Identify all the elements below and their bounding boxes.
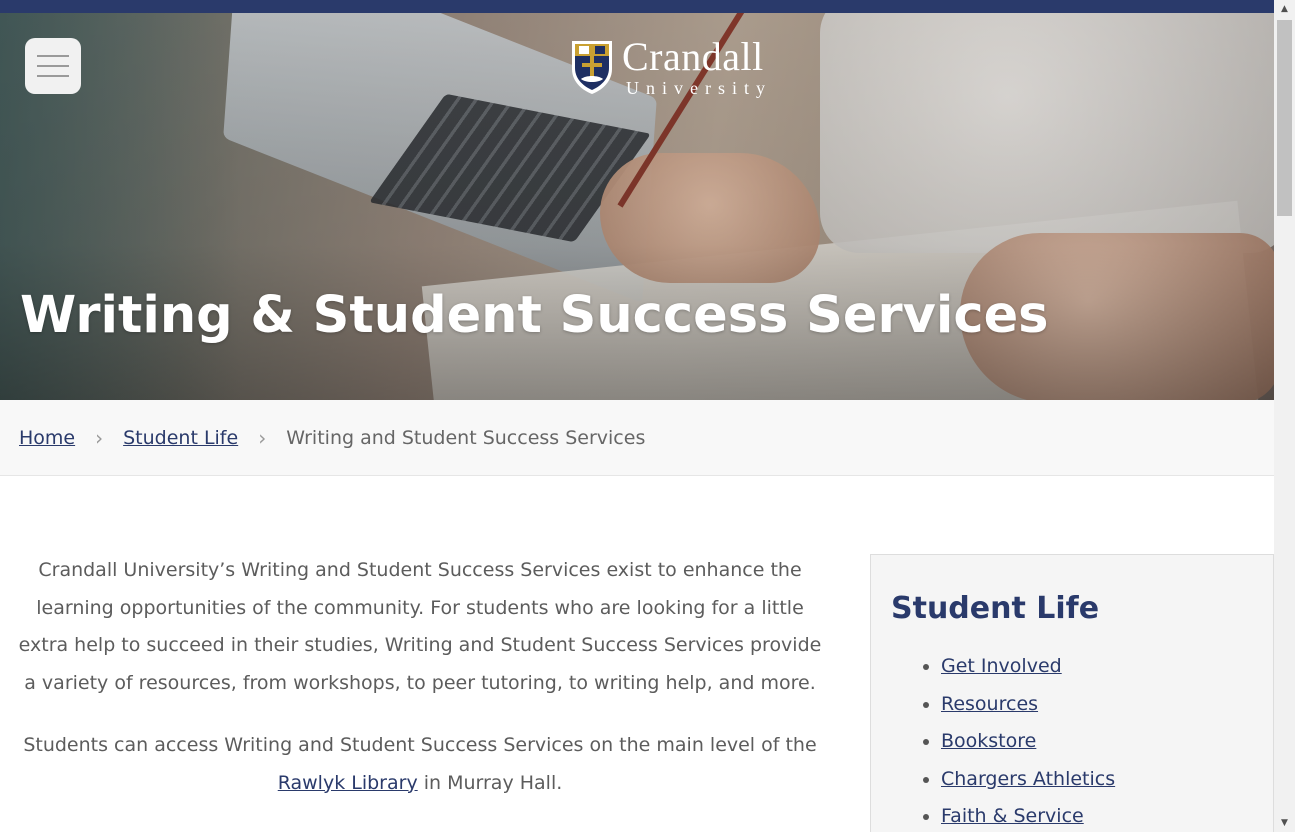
chevron-right-icon: › <box>95 425 104 450</box>
list-item: Resources <box>941 686 1253 724</box>
sidebar-link-get-involved[interactable]: Get Involved <box>941 655 1062 677</box>
location-text-after: in Murray Hall. <box>417 771 563 794</box>
list-item: Bookstore <box>941 723 1253 761</box>
hamburger-icon-line <box>37 75 69 77</box>
sidebar-link-list: Get Involved Resources Bookstore Charger… <box>891 648 1253 832</box>
shield-icon <box>572 41 612 94</box>
location-text-before: Students can access Writing and Student … <box>23 734 817 756</box>
vertical-scrollbar[interactable]: ▲ ▼ <box>1274 0 1295 832</box>
location-paragraph: Students can access Writing and Student … <box>0 727 840 802</box>
breadcrumb-student-life-link[interactable]: Student Life <box>123 427 238 449</box>
main-content: Crandall University’s Writing and Studen… <box>0 552 840 802</box>
hero-banner: Crandall University Writing & Student Su… <box>0 13 1274 400</box>
menu-button[interactable] <box>25 38 81 94</box>
breadcrumb-home-link[interactable]: Home <box>19 427 75 449</box>
rawlyk-library-link[interactable]: Rawlyk Library <box>278 772 418 794</box>
triangle-down-icon[interactable]: ▼ <box>1274 814 1295 832</box>
top-accent-bar <box>0 0 1274 13</box>
scrollbar-thumb[interactable] <box>1277 20 1292 216</box>
sidebar-link-faith-service[interactable]: Faith & Service <box>941 805 1084 827</box>
sidebar-student-life: Student Life Get Involved Resources Book… <box>870 554 1274 832</box>
university-logo[interactable]: Crandall University <box>570 37 772 97</box>
hamburger-icon-line <box>37 65 69 67</box>
sidebar-link-bookstore[interactable]: Bookstore <box>941 730 1036 752</box>
sidebar-title: Student Life <box>891 591 1100 626</box>
list-item: Chargers Athletics <box>941 761 1253 799</box>
logo-subtitle: University <box>626 78 772 98</box>
logo-name: Crandall <box>622 34 764 79</box>
breadcrumb-current: Writing and Student Success Services <box>286 426 646 449</box>
chevron-right-icon: › <box>258 425 267 450</box>
sidebar-link-resources[interactable]: Resources <box>941 693 1038 715</box>
list-item: Get Involved <box>941 648 1253 686</box>
breadcrumb: Home › Student Life › Writing and Studen… <box>0 400 1274 476</box>
intro-paragraph: Crandall University’s Writing and Studen… <box>18 559 822 694</box>
page-title: Writing & Student Success Services <box>20 286 1049 345</box>
triangle-up-icon[interactable]: ▲ <box>1274 0 1295 18</box>
sidebar-link-chargers-athletics[interactable]: Chargers Athletics <box>941 768 1115 790</box>
list-item: Faith & Service <box>941 798 1253 832</box>
hamburger-icon-line <box>37 55 69 57</box>
